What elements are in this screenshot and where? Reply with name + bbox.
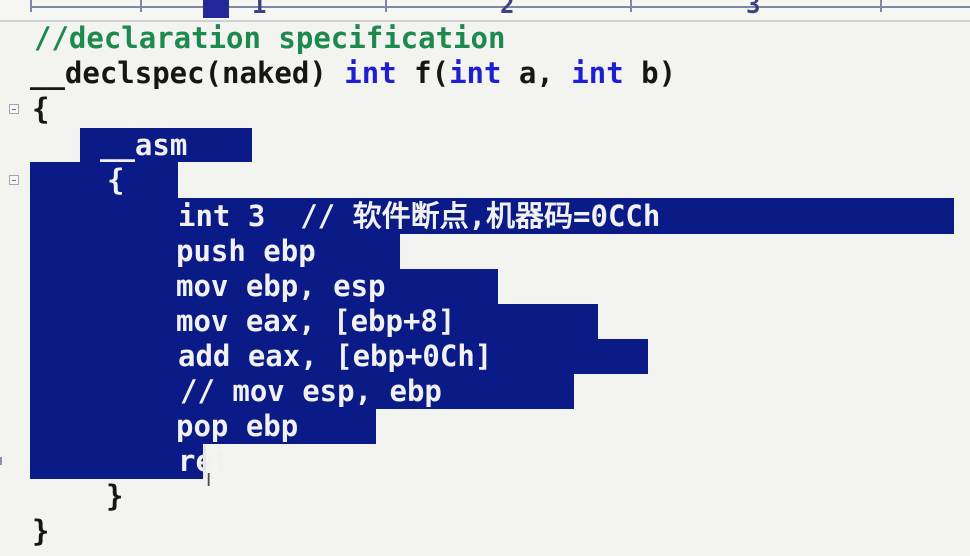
selection-highlight [30,162,178,198]
ruler-tick [630,0,632,12]
ruler-tick [140,0,142,12]
code-token: a, [501,56,572,90]
ruler-caret-marker [203,0,229,18]
code-keyword: int [571,56,624,90]
code-line-open-brace[interactable]: { [32,91,49,127]
collapse-box-icon[interactable] [9,175,19,185]
code-line-asm[interactable]: // mov esp, ebp [180,373,442,409]
code-token: f( [396,56,450,90]
code-keyword: int [449,56,502,90]
ruler-tick [30,0,32,12]
code-line-asm-close-brace[interactable]: } [106,478,123,514]
ruler: 1 2 3 [0,0,970,22]
code-line-asm-open-brace[interactable]: { [107,162,124,198]
code-line-asm[interactable]: int 3 // 软件断点,机器码=0CCh [178,198,660,234]
code-line-asm[interactable]: pop ebp [176,408,298,444]
code-line-comment[interactable]: //declaration specification [34,20,505,56]
code-line-asm[interactable]: add eax, [ebp+0Ch] [178,338,492,374]
margin-marker [0,457,2,465]
ruler-mark-2: 2 [500,0,515,19]
code-editor[interactable]: //declaration specification __declspec(n… [0,20,970,556]
ibeam-cursor-icon: I [206,470,212,491]
ruler-tick [880,0,882,12]
ruler-tick [385,0,387,12]
collapse-box-icon[interactable] [9,104,19,114]
code-line-declaration[interactable]: __declspec(naked) int f(int a, int b) [30,55,676,91]
code-line-asm[interactable]: mov eax, [ebp+8] [176,303,455,339]
code-line-asm[interactable]: mov ebp, esp [176,268,386,304]
ruler-mark-3: 3 [746,0,761,19]
code-token: __declspec(naked) [30,56,345,90]
code-line-close-brace[interactable]: } [32,513,49,549]
code-line-asm[interactable]: push ebp [176,233,316,269]
code-keyword: int [344,56,397,90]
code-line-asm-keyword[interactable]: __asm [100,127,187,163]
code-token: b) [623,56,677,90]
ruler-mark-1: 1 [252,0,267,19]
